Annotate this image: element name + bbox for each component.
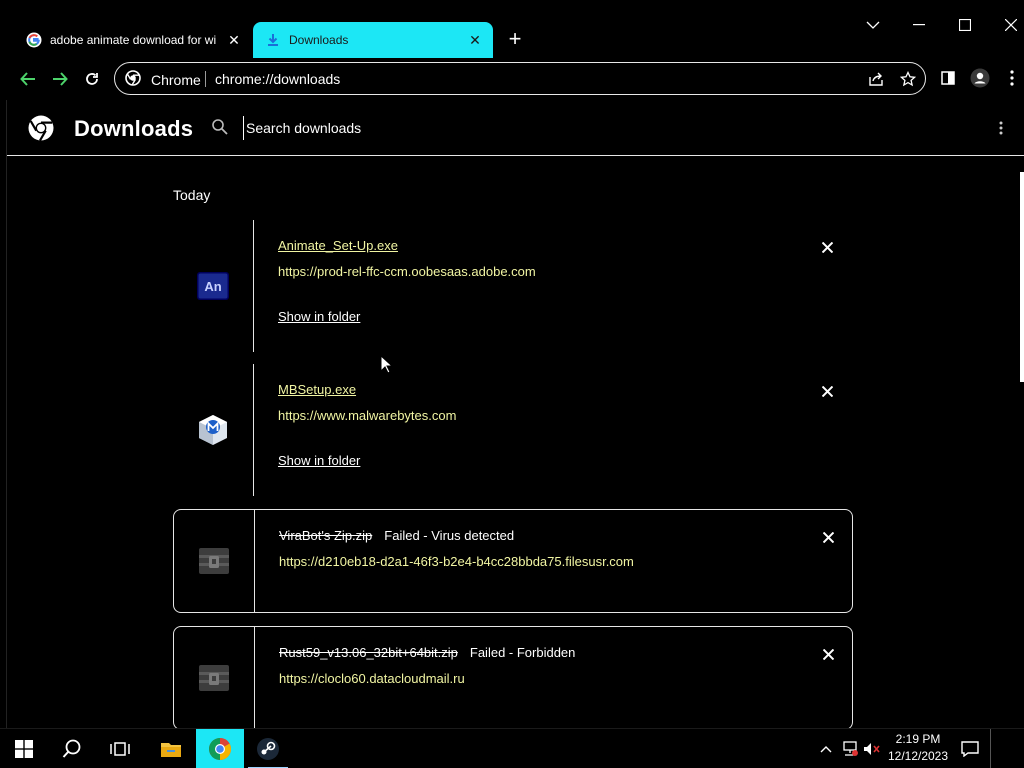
show-in-folder-link[interactable]: Show in folder bbox=[278, 453, 360, 468]
item-divider bbox=[253, 220, 254, 352]
show-desktop-button[interactable] bbox=[990, 729, 991, 768]
item-divider bbox=[254, 627, 255, 729]
file-name: Rust59_v13.06_32bit+64bit.zip bbox=[279, 645, 458, 660]
source-url[interactable]: https://d210eb18-d2a1-46f3-b2e4-b4cc28bb… bbox=[279, 554, 634, 569]
site-chip[interactable]: Chrome bbox=[125, 70, 201, 89]
source-url[interactable]: https://www.malwarebytes.com bbox=[278, 408, 456, 423]
chrome-taskbar-button[interactable] bbox=[196, 729, 244, 768]
search-icon[interactable] bbox=[48, 729, 96, 768]
tab-title: adobe animate download for wi bbox=[50, 33, 217, 47]
clock-time: 2:19 PM bbox=[895, 732, 941, 746]
icon-text: An bbox=[204, 279, 221, 294]
adobe-animate-icon: An bbox=[173, 220, 253, 352]
download-item-failed: ViraBot's Zip.zip Failed - Virus detecte… bbox=[173, 509, 853, 613]
scrollbar-thumb[interactable] bbox=[1020, 172, 1024, 382]
date-section-label: Today bbox=[173, 187, 211, 203]
downloads-page: Downloads Today An Animate_Set-Up.exe ht… bbox=[6, 100, 1024, 730]
remove-item-icon[interactable] bbox=[819, 528, 837, 546]
file-name-link[interactable]: Animate_Set-Up.exe bbox=[278, 238, 398, 253]
address-separator bbox=[205, 71, 206, 87]
tab-adobe-search[interactable]: adobe animate download for wi ✕ bbox=[16, 22, 252, 58]
chrome-icon bbox=[125, 70, 141, 89]
title-bar: adobe animate download for wi ✕ Download… bbox=[0, 0, 1024, 58]
remove-item-icon[interactable] bbox=[819, 645, 837, 663]
download-item: MBSetup.exe https://www.malwarebytes.com… bbox=[173, 364, 853, 496]
failure-status: Failed - Virus detected bbox=[384, 528, 515, 543]
malwarebytes-icon bbox=[173, 364, 253, 496]
volume-muted-icon[interactable] bbox=[862, 729, 882, 768]
address-bar[interactable]: Chrome chrome://downloads bbox=[114, 62, 926, 95]
page-title: Downloads bbox=[74, 116, 194, 141]
download-item: An Animate_Set-Up.exe https://prod-rel-f… bbox=[173, 220, 853, 352]
archive-icon bbox=[174, 510, 254, 612]
download-item-failed: Rust59_v13.06_32bit+64bit.zip Failed - F… bbox=[173, 626, 853, 730]
mouse-cursor-icon bbox=[380, 355, 394, 374]
search-icon[interactable] bbox=[211, 118, 231, 138]
minimize-icon[interactable] bbox=[904, 12, 934, 38]
item-divider bbox=[253, 364, 254, 496]
back-button[interactable] bbox=[16, 67, 40, 91]
remove-item-icon[interactable] bbox=[818, 382, 836, 400]
failure-status: Failed - Forbidden bbox=[469, 645, 576, 660]
forward-button[interactable] bbox=[48, 67, 72, 91]
url-text[interactable]: chrome://downloads bbox=[215, 71, 340, 87]
new-tab-button[interactable]: + bbox=[504, 28, 526, 50]
profile-avatar[interactable] bbox=[968, 66, 992, 90]
tab-close-icon[interactable]: ✕ bbox=[224, 30, 244, 50]
start-button[interactable] bbox=[0, 729, 48, 768]
tab-search-icon[interactable] bbox=[858, 12, 888, 38]
taskbar: 2:19 PM 12/12/2023 bbox=[0, 728, 1024, 768]
remove-item-icon[interactable] bbox=[818, 238, 836, 256]
close-window-icon[interactable] bbox=[996, 12, 1024, 38]
downloads-header: Downloads bbox=[7, 100, 1024, 156]
download-icon bbox=[265, 32, 281, 48]
share-icon[interactable] bbox=[867, 70, 885, 88]
side-panel-icon[interactable] bbox=[936, 66, 960, 90]
site-label: Chrome bbox=[151, 71, 201, 88]
search-input[interactable] bbox=[243, 116, 643, 140]
system-clock[interactable]: 2:19 PM 12/12/2023 bbox=[886, 731, 950, 767]
maximize-icon[interactable] bbox=[950, 12, 980, 38]
google-icon bbox=[26, 32, 42, 48]
clock-date: 12/12/2023 bbox=[887, 749, 949, 763]
file-explorer-icon[interactable] bbox=[147, 729, 195, 768]
source-url[interactable]: https://cloclo60.datacloudmail.ru bbox=[279, 671, 465, 686]
network-icon[interactable] bbox=[840, 729, 860, 768]
bookmark-star-icon[interactable] bbox=[899, 70, 917, 88]
source-url[interactable]: https://prod-rel-ffc-ccm.oobesaas.adobe.… bbox=[278, 264, 536, 279]
task-view-icon[interactable] bbox=[96, 729, 144, 768]
tab-title: Downloads bbox=[289, 33, 349, 47]
chrome-logo-icon bbox=[27, 114, 55, 142]
file-name-link[interactable]: MBSetup.exe bbox=[278, 382, 356, 397]
archive-icon bbox=[174, 627, 254, 729]
tray-overflow-icon[interactable] bbox=[816, 729, 836, 768]
steam-icon[interactable] bbox=[244, 729, 292, 768]
chrome-menu-icon[interactable] bbox=[1000, 66, 1024, 90]
tab-downloads[interactable]: Downloads ✕ bbox=[253, 22, 493, 58]
notification-center-icon[interactable] bbox=[958, 729, 982, 768]
item-divider bbox=[254, 510, 255, 612]
more-actions-icon[interactable] bbox=[991, 118, 1011, 138]
show-in-folder-link[interactable]: Show in folder bbox=[278, 309, 360, 324]
reload-button[interactable] bbox=[80, 67, 104, 91]
file-name: ViraBot's Zip.zip bbox=[279, 528, 373, 543]
tab-close-icon[interactable]: ✕ bbox=[465, 30, 485, 50]
